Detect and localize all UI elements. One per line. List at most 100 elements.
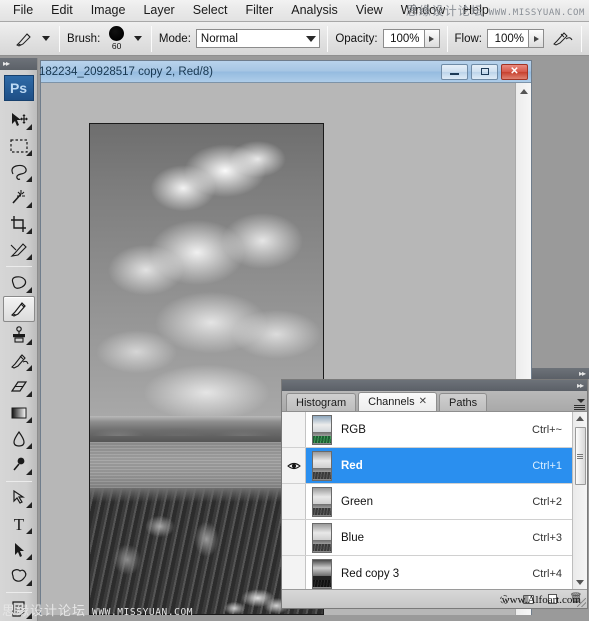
marquee-tool-flyout-icon[interactable]	[25, 150, 32, 156]
document-title: 182234_20928517 copy 2, Red/8)	[39, 65, 213, 78]
patch-healing-tool[interactable]	[3, 270, 35, 296]
dodge-tool[interactable]	[3, 452, 35, 478]
channels-scrollbar-track[interactable]	[573, 485, 587, 576]
menu-item-select[interactable]: Select	[184, 1, 237, 20]
magic-wand-tool[interactable]	[3, 185, 35, 211]
path-selection-tool[interactable]	[3, 537, 35, 563]
channel-row-red-copy-3[interactable]: Red copy 3 Ctrl+4	[282, 556, 572, 589]
gradient-tool-flyout-icon[interactable]	[25, 417, 32, 423]
menu-item-view[interactable]: View	[347, 1, 392, 20]
menu-item-help[interactable]: Help	[454, 1, 498, 20]
brush-picker-chevron-icon[interactable]	[133, 36, 142, 41]
channel-row-blue[interactable]: Blue Ctrl+3	[282, 520, 572, 556]
crop-tool-flyout-icon[interactable]	[25, 228, 32, 234]
brush-label: Brush:	[67, 32, 101, 45]
path-selection-flyout-icon[interactable]	[25, 554, 32, 560]
opacity-control[interactable]: 100%	[382, 29, 440, 48]
type-tool[interactable]: T	[3, 511, 35, 537]
minimize-button[interactable]	[441, 63, 468, 80]
panel-collapse-chevron-icon[interactable]: ▸▸	[577, 381, 584, 390]
pen-tool[interactable]	[3, 485, 35, 511]
create-new-channel-icon[interactable]	[545, 593, 559, 606]
blend-mode-select[interactable]: Normal	[195, 29, 321, 48]
slice-tool-flyout-icon[interactable]	[25, 254, 32, 260]
flow-input[interactable]: 100%	[487, 29, 529, 48]
rectangular-marquee-tool[interactable]	[3, 133, 35, 159]
opacity-slider-button[interactable]	[424, 29, 440, 48]
clone-stamp-tool[interactable]	[3, 322, 35, 348]
restore-button[interactable]	[471, 63, 498, 80]
menu-item-analysis[interactable]: Analysis	[282, 1, 347, 20]
lasso-tool-flyout-icon[interactable]	[25, 176, 32, 182]
toolbox-collapse-chevron-icon[interactable]: ▸▸	[3, 60, 10, 68]
crop-tool[interactable]	[3, 211, 35, 237]
slice-tool[interactable]	[3, 237, 35, 263]
history-brush-tool[interactable]	[3, 348, 35, 374]
channel-row-green[interactable]: Green Ctrl+2	[282, 484, 572, 520]
channels-scrollbar-thumb[interactable]	[574, 427, 586, 485]
channel-visibility-toggle[interactable]	[282, 520, 306, 555]
tab-histogram[interactable]: Histogram	[286, 393, 357, 411]
custom-shape-tool[interactable]	[3, 563, 35, 589]
dock-expand-chevron-icon[interactable]: ▸▸	[579, 369, 586, 378]
channel-visibility-toggle[interactable]	[282, 448, 306, 483]
channel-visibility-toggle[interactable]	[282, 484, 306, 519]
panel-title-grip[interactable]: ▸▸	[282, 380, 587, 391]
tab-channels[interactable]: Channels ✕	[358, 392, 437, 411]
lasso-tool[interactable]	[3, 159, 35, 185]
channel-row-rgb[interactable]: RGB Ctrl+~	[282, 412, 572, 448]
save-selection-as-channel-icon[interactable]	[521, 593, 535, 606]
channels-scroll-down-button[interactable]	[573, 576, 587, 589]
close-button[interactable]: ✕	[501, 63, 528, 80]
move-tool[interactable]	[3, 107, 35, 133]
right-dock-grip[interactable]: ▸▸	[532, 368, 589, 379]
type-tool-flyout-icon[interactable]	[25, 528, 32, 534]
blur-tool[interactable]	[3, 426, 35, 452]
channel-visibility-toggle[interactable]	[282, 412, 306, 447]
blend-mode-chevron-down-icon[interactable]	[306, 35, 317, 42]
eraser-tool[interactable]	[3, 374, 35, 400]
toolbox-grip[interactable]: ▸▸	[0, 58, 37, 70]
tool-preset-chevron-icon[interactable]	[42, 36, 51, 41]
notes-tool[interactable]	[3, 596, 35, 621]
channel-visibility-toggle[interactable]	[282, 556, 306, 589]
scroll-up-button[interactable]	[516, 83, 532, 99]
opacity-input[interactable]: 100%	[382, 29, 425, 48]
channels-vertical-scrollbar[interactable]	[572, 412, 587, 589]
channels-list-container: RGB Ctrl+~ Red Ctrl+1 Green Ctrl+2 Blue …	[282, 411, 587, 589]
patch-tool-flyout-icon[interactable]	[25, 287, 32, 293]
load-channel-as-selection-icon[interactable]	[497, 593, 511, 606]
menu-item-edit[interactable]: Edit	[42, 1, 82, 20]
magic-wand-flyout-icon[interactable]	[25, 202, 32, 208]
menu-item-image[interactable]: Image	[82, 1, 135, 20]
gradient-tool[interactable]	[3, 400, 35, 426]
pen-tool-flyout-icon[interactable]	[25, 502, 32, 508]
tab-paths[interactable]: Paths	[439, 393, 488, 411]
tab-channels-close-icon[interactable]: ✕	[419, 397, 427, 407]
move-tool-flyout-icon[interactable]	[25, 124, 32, 130]
menu-item-file[interactable]: File	[4, 1, 42, 20]
dodge-tool-flyout-icon[interactable]	[25, 469, 32, 475]
menu-item-filter[interactable]: Filter	[236, 1, 282, 20]
channel-row-red[interactable]: Red Ctrl+1	[282, 448, 572, 484]
flow-control[interactable]: 100%	[487, 29, 544, 48]
photoshop-logo: Ps	[3, 75, 34, 101]
eraser-tool-flyout-icon[interactable]	[25, 391, 32, 397]
current-tool-brush-icon[interactable]	[14, 27, 36, 51]
document-title-bar[interactable]: 182234_20928517 copy 2, Red/8) ✕	[39, 61, 531, 83]
blur-tool-flyout-icon[interactable]	[25, 443, 32, 449]
clone-stamp-flyout-icon[interactable]	[25, 339, 32, 345]
menu-item-layer[interactable]: Layer	[134, 1, 183, 20]
custom-shape-flyout-icon[interactable]	[25, 580, 32, 586]
history-brush-flyout-icon[interactable]	[25, 365, 32, 371]
panel-resize-grip[interactable]	[577, 598, 586, 607]
options-separator-2	[150, 25, 152, 52]
airbrush-toggle-button[interactable]	[552, 27, 574, 51]
flow-slider-button[interactable]	[529, 29, 544, 48]
channels-scroll-up-button[interactable]	[573, 412, 587, 425]
brush-tool[interactable]	[2, 296, 35, 322]
notes-tool-flyout-icon[interactable]	[25, 613, 32, 619]
menu-item-window[interactable]: Window	[392, 1, 454, 20]
brush-preset-preview[interactable]: 60	[105, 24, 128, 54]
panel-menu-button[interactable]	[574, 399, 585, 410]
